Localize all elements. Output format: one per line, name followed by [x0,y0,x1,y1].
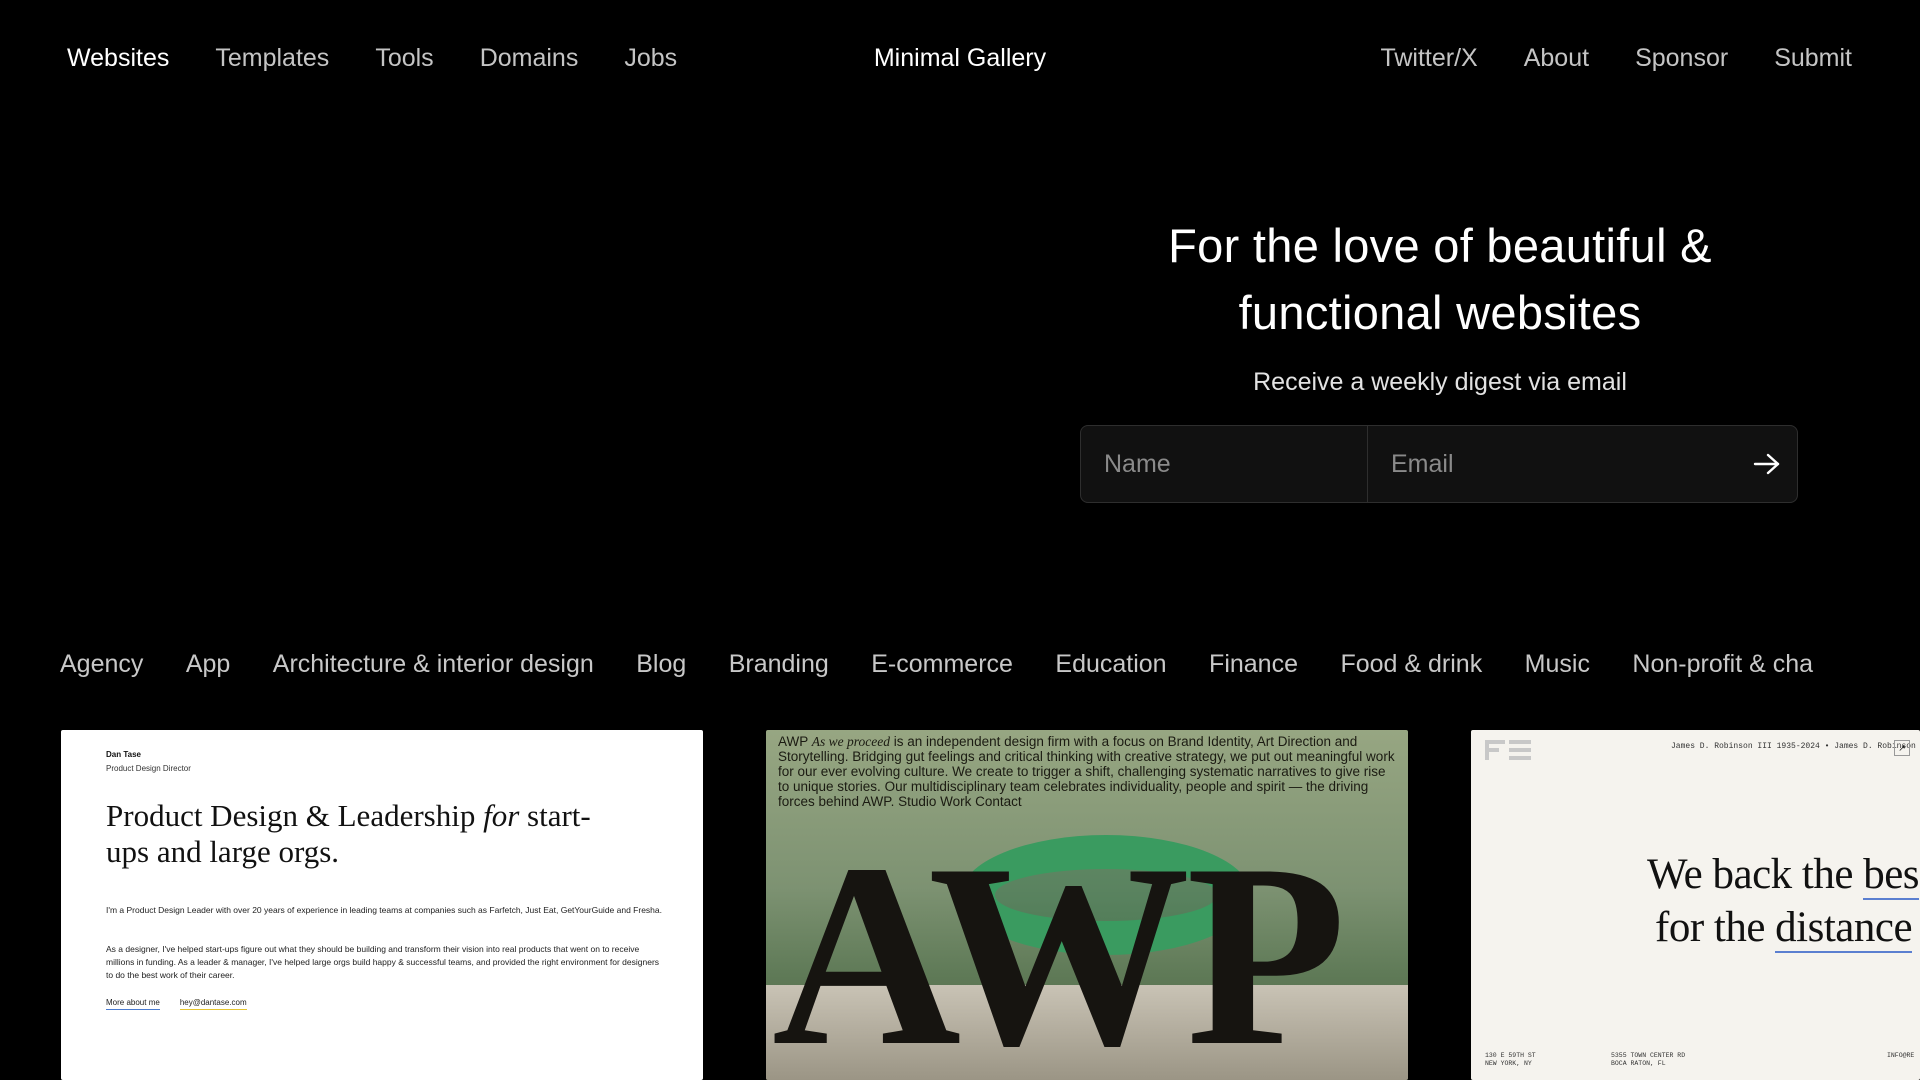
card-footer-email: INFO@RE [1887,1052,1915,1059]
hero-title: For the love of beautiful & functional w… [1080,212,1800,346]
card-headline: We back the bes for the distance [1647,848,1920,954]
address-line: 130 E 59TH ST [1485,1052,1536,1059]
subscribe-button[interactable] [1736,426,1797,502]
intro-lead-em: As we proceed [811,734,890,749]
card-author-role: Product Design Director [106,764,191,773]
nav-link-about[interactable]: About [1524,44,1589,73]
card-top-text: James D. Robinson III 1935-2024 • James … [1671,742,1916,751]
headline-underlined: bes [1863,851,1920,900]
hero-title-line1: For the love of beautiful & [1168,219,1712,272]
hero-subtitle: Receive a weekly digest via email [1253,368,1627,396]
card-link-email: hey@dantase.com [179,998,247,1010]
nav-link-websites[interactable]: Websites [67,44,169,73]
nav-link-domains[interactable]: Domains [480,44,579,73]
card-footer-address: 5355 TOWN CENTER RD BOCA RATON, FL [1611,1052,1685,1068]
category-finance[interactable]: Finance [1209,650,1298,679]
card-links: More about me hey@dantase.com [106,998,247,1010]
site-brand-link[interactable]: Minimal Gallery [874,44,1046,72]
category-branding[interactable]: Branding [729,650,829,679]
nav-link-sponsor[interactable]: Sponsor [1635,44,1728,73]
hero: For the love of beautiful & functional w… [1080,212,1800,397]
headline-underlined: distance [1775,904,1913,953]
address-line: 5355 TOWN CENTER RD [1611,1052,1686,1059]
nav-link-tools[interactable]: Tools [375,44,433,73]
card-footer-address: 130 E 59TH ST NEW YORK, NY [1485,1052,1536,1068]
newsletter-form [1080,425,1798,503]
category-agency[interactable]: Agency [60,650,143,679]
category-filter-bar: Agency App Architecture & interior desig… [60,650,1920,679]
intro-lead: AWP [778,734,812,749]
card-author-name: Dan Tase [106,750,141,759]
category-nonprofit[interactable]: Non-profit & cha [1632,650,1813,679]
address-line: BOCA RATON, FL [1611,1060,1666,1067]
nav-right: Twitter/X About Sponsor Submit [1380,44,1852,73]
site-card-robinson[interactable]: James D. Robinson III 1935-2024 • James … [1471,730,1920,1080]
nav-link-templates[interactable]: Templates [215,44,329,73]
card-headline-em: for [483,798,520,833]
card-paragraph: As a designer, I've helped start-ups fig… [106,944,660,980]
category-education[interactable]: Education [1055,650,1166,679]
category-app[interactable]: App [186,650,230,679]
card-intro-text: AWP As we proceed is an independent desi… [778,734,1398,809]
name-input[interactable] [1081,426,1368,502]
address-line: NEW YORK, NY [1485,1060,1532,1067]
studio-logo-icon [1485,740,1531,760]
card-paragraph: I'm a Product Design Leader with over 20… [106,905,662,915]
site-card-awp[interactable]: AWP As we proceed is an independent desi… [766,730,1408,1080]
headline-part: for the [1655,904,1776,951]
category-blog[interactable]: Blog [636,650,686,679]
nav-link-jobs[interactable]: Jobs [624,44,677,73]
card-headline-part: Product Design & Leadership [106,798,484,833]
category-architecture[interactable]: Architecture & interior design [273,650,594,679]
awp-logo: AWP [772,810,1346,1080]
email-input[interactable] [1368,426,1736,502]
category-ecommerce[interactable]: E-commerce [871,650,1013,679]
nav-link-submit[interactable]: Submit [1774,44,1852,73]
category-music[interactable]: Music [1525,650,1590,679]
card-link-about: More about me [106,998,160,1010]
site-card-dan-tase[interactable]: Dan Tase Product Design Director Product… [61,730,703,1080]
hero-title-line2: functional websites [1238,286,1642,339]
card-headline: Product Design & Leadership for start-up… [106,798,626,870]
nav-left: Websites Templates Tools Domains Jobs [67,44,677,73]
top-nav: Websites Templates Tools Domains Jobs Mi… [0,0,1920,120]
external-link-icon: ↗ [1894,740,1910,756]
headline-part: We back the [1647,851,1864,898]
category-food-drink[interactable]: Food & drink [1340,650,1482,679]
arrow-right-icon [1753,453,1779,475]
nav-link-twitter[interactable]: Twitter/X [1380,44,1477,73]
